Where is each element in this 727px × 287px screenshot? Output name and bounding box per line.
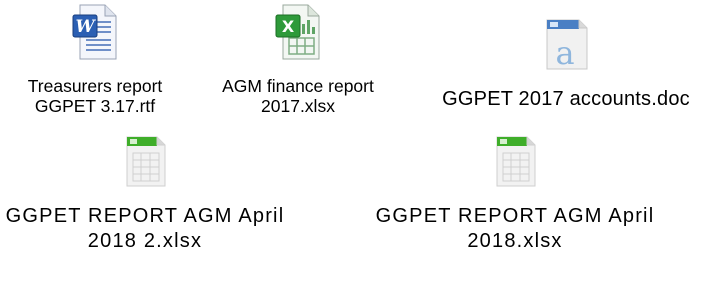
file-item-treasurers-report[interactable]: W Treasurers report GGPET 3.17.rtf <box>0 0 190 116</box>
file-name-label: GGPET REPORT AGM April 2018.xlsx <box>375 205 655 252</box>
generic-document-icon[interactable]: a <box>543 14 589 75</box>
svg-text:a: a <box>555 34 574 70</box>
file-name-label: GGPET 2017 accounts.doc <box>442 88 690 110</box>
word-document-icon[interactable]: W <box>72 4 118 65</box>
file-name-label: AGM finance report 2017.xlsx <box>222 76 374 116</box>
file-item-ggpet-report-agm-april-2018[interactable]: GGPET REPORT AGM April 2018.xlsx <box>350 133 680 254</box>
excel-spreadsheet-icon[interactable]: X <box>275 4 321 65</box>
file-name-label: GGPET REPORT AGM April 2018 2.xlsx <box>5 205 285 252</box>
file-item-ggpet-2017-accounts[interactable]: a GGPET 2017 accounts.doc <box>405 0 727 110</box>
svg-text:W: W <box>75 17 96 37</box>
file-item-ggpet-report-agm-april-2018-2[interactable]: GGPET REPORT AGM April 2018 2.xlsx <box>0 133 310 254</box>
file-item-agm-finance-report[interactable]: X AGM finance report 2017.xlsx <box>198 0 398 116</box>
spreadsheet-icon[interactable] <box>493 133 537 192</box>
file-name-label: Treasurers report GGPET 3.17.rtf <box>27 76 163 116</box>
svg-text:X: X <box>282 17 295 36</box>
spreadsheet-icon[interactable] <box>123 133 167 192</box>
